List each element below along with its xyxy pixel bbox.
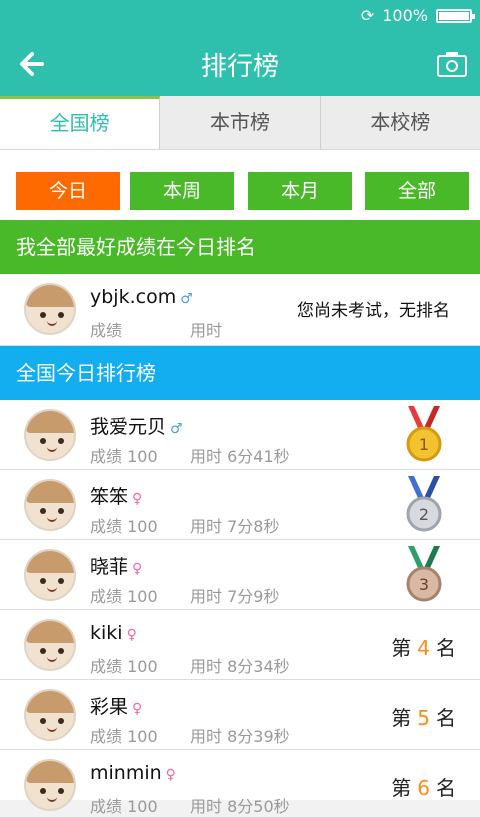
period-filters: 今日 本周 本月 全部: [0, 150, 480, 220]
bronze-medal-icon: 3: [406, 546, 442, 602]
list-item[interactable]: minmin ♀ 成绩 100 用时 8分50秒 第6名: [0, 750, 480, 816]
rotation-lock-icon: ⟳: [360, 6, 375, 25]
no-rank-status: 您尚未考试，无排名: [297, 301, 450, 321]
battery-icon: [436, 8, 475, 23]
user-name: 彩果 ♀: [90, 696, 143, 718]
avatar: [24, 689, 76, 741]
avatar: [24, 619, 76, 671]
ranking-tabs: 全国榜 本市榜 本校榜: [0, 96, 480, 150]
rank-text: 第6名: [391, 776, 456, 800]
medal-rank-number: 3: [419, 575, 429, 594]
silver-medal-icon: 2: [406, 476, 442, 532]
filter-all-button[interactable]: 全部: [365, 172, 469, 210]
avatar: [24, 759, 76, 811]
list-item[interactable]: 彩果 ♀ 成绩 100 用时 8分39秒 第5名: [0, 680, 480, 750]
time-value: 用时 8分50秒: [190, 797, 290, 816]
user-name: minmin ♀: [90, 762, 176, 784]
gold-medal-icon: 1: [406, 406, 442, 462]
user-name: 笨笨 ♀: [90, 486, 143, 508]
filter-week-button[interactable]: 本周: [130, 172, 234, 210]
female-icon: ♀: [132, 491, 143, 507]
filter-month-button[interactable]: 本月: [248, 172, 352, 210]
score-value: 成绩 100: [90, 727, 158, 746]
my-rank-section-header: 我全部最好成绩在今日排名: [0, 220, 480, 274]
time-value: 用时 7分8秒: [190, 517, 280, 536]
female-icon: ♀: [165, 767, 176, 783]
list-item[interactable]: 晓菲 ♀ 成绩 100 用时 7分9秒 3: [0, 540, 480, 610]
battery-label: 100%: [382, 6, 428, 25]
avatar: [24, 409, 76, 461]
page-title: 排行榜: [200, 52, 279, 82]
user-name: 晓菲 ♀: [90, 556, 143, 578]
male-icon: ♂: [180, 291, 193, 307]
my-rank-row[interactable]: ybjk.com ♂ 成绩 用时 您尚未考试，无排名: [0, 274, 480, 346]
time-value: 用时 7分9秒: [190, 587, 280, 606]
female-icon: ♀: [126, 627, 137, 643]
female-icon: ♀: [132, 701, 143, 717]
rank-text: 第4名: [391, 636, 456, 660]
score-value: 成绩 100: [90, 447, 158, 466]
app-header: 排行榜: [0, 32, 480, 96]
score-value: 成绩 100: [90, 657, 158, 676]
filter-today-button[interactable]: 今日: [16, 172, 120, 210]
rank-text: 第5名: [391, 706, 456, 730]
time-value: 用时 8分34秒: [190, 657, 290, 676]
score-value: 成绩 100: [90, 517, 158, 536]
time-value: 用时 6分41秒: [190, 447, 290, 466]
tab-school[interactable]: 本校榜: [321, 96, 480, 149]
score-value: 成绩 100: [90, 797, 158, 816]
avatar: [24, 549, 76, 601]
male-icon: ♂: [170, 421, 183, 437]
avatar: [24, 479, 76, 531]
tab-national[interactable]: 全国榜: [0, 96, 161, 149]
list-item[interactable]: 笨笨 ♀ 成绩 100 用时 7分8秒 2: [0, 470, 480, 540]
national-rank-section-header: 全国今日排行榜: [0, 346, 480, 400]
tab-city[interactable]: 本市榜: [160, 96, 321, 149]
time-value: 用时 8分39秒: [190, 727, 290, 746]
status-bar: ⟳ 100%: [0, 0, 480, 32]
list-item[interactable]: kiki ♀ 成绩 100 用时 8分34秒 第4名: [0, 610, 480, 680]
user-name: 我爱元贝 ♂: [90, 416, 183, 438]
medal-rank-number: 2: [419, 505, 429, 524]
time-label: 用时: [190, 321, 223, 340]
user-name: kiki ♀: [90, 622, 137, 644]
list-item[interactable]: 我爱元贝 ♂ 成绩 100 用时 6分41秒 1: [0, 400, 480, 470]
user-name: ybjk.com ♂: [90, 286, 193, 308]
medal-rank-number: 1: [419, 435, 429, 454]
female-icon: ♀: [132, 561, 143, 577]
camera-icon[interactable]: [436, 50, 468, 78]
score-value: 成绩 100: [90, 587, 158, 606]
avatar: [24, 283, 76, 335]
score-label: 成绩: [90, 321, 123, 340]
